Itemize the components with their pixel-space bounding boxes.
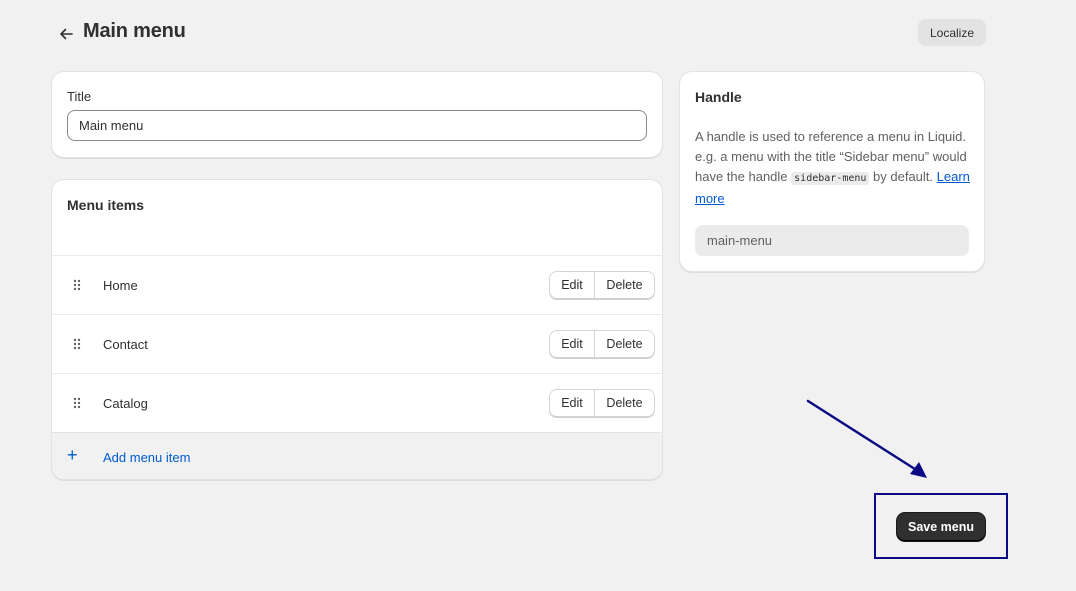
menu-items-title: Menu items [67,197,145,213]
menu-item-row: Home Edit Delete [52,255,662,314]
delete-button[interactable]: Delete [595,272,654,298]
handle-description: A handle is used to reference a menu in … [695,127,971,209]
edit-button[interactable]: Edit [550,390,595,416]
handle-card: Handle A handle is used to reference a m… [680,72,984,271]
back-button[interactable] [54,22,78,46]
save-menu-button[interactable]: Save menu [897,513,985,541]
page-header: Main menu Localize [52,18,986,48]
handle-title: Handle [695,89,742,105]
handle-example-code: sidebar-menu [791,172,870,185]
add-menu-item-button[interactable]: + Add menu item [52,432,662,479]
menu-item-label: Catalog [103,395,148,411]
localize-button[interactable]: Localize [917,19,986,46]
drag-handle-icon[interactable] [72,337,82,351]
menu-item-row: Catalog Edit Delete [52,373,662,432]
menu-item-row: Contact Edit Delete [52,314,662,373]
edit-button[interactable]: Edit [550,272,595,298]
title-input[interactable] [67,110,647,141]
delete-button[interactable]: Delete [595,390,654,416]
menu-item-label: Contact [103,336,148,352]
plus-icon: + [67,445,78,465]
handle-desc-text-2: by default. [873,169,934,184]
drag-handle-icon[interactable] [72,278,82,292]
delete-button[interactable]: Delete [595,331,654,357]
item-actions: Edit Delete [549,330,655,358]
arrow-left-icon [60,28,73,40]
item-actions: Edit Delete [549,271,655,299]
annotation-arrow [806,399,927,478]
page-title: Main menu [83,20,186,42]
handle-input[interactable] [695,225,969,256]
add-menu-item-label: Add menu item [103,450,191,465]
menu-item-label: Home [103,277,138,293]
edit-button[interactable]: Edit [550,331,595,357]
menu-items-card: Menu items Home Edit Delete Contact Edit… [52,180,662,479]
title-card: Title [52,72,662,157]
item-actions: Edit Delete [549,389,655,417]
drag-handle-icon[interactable] [72,396,82,410]
title-label: Title [67,89,92,104]
